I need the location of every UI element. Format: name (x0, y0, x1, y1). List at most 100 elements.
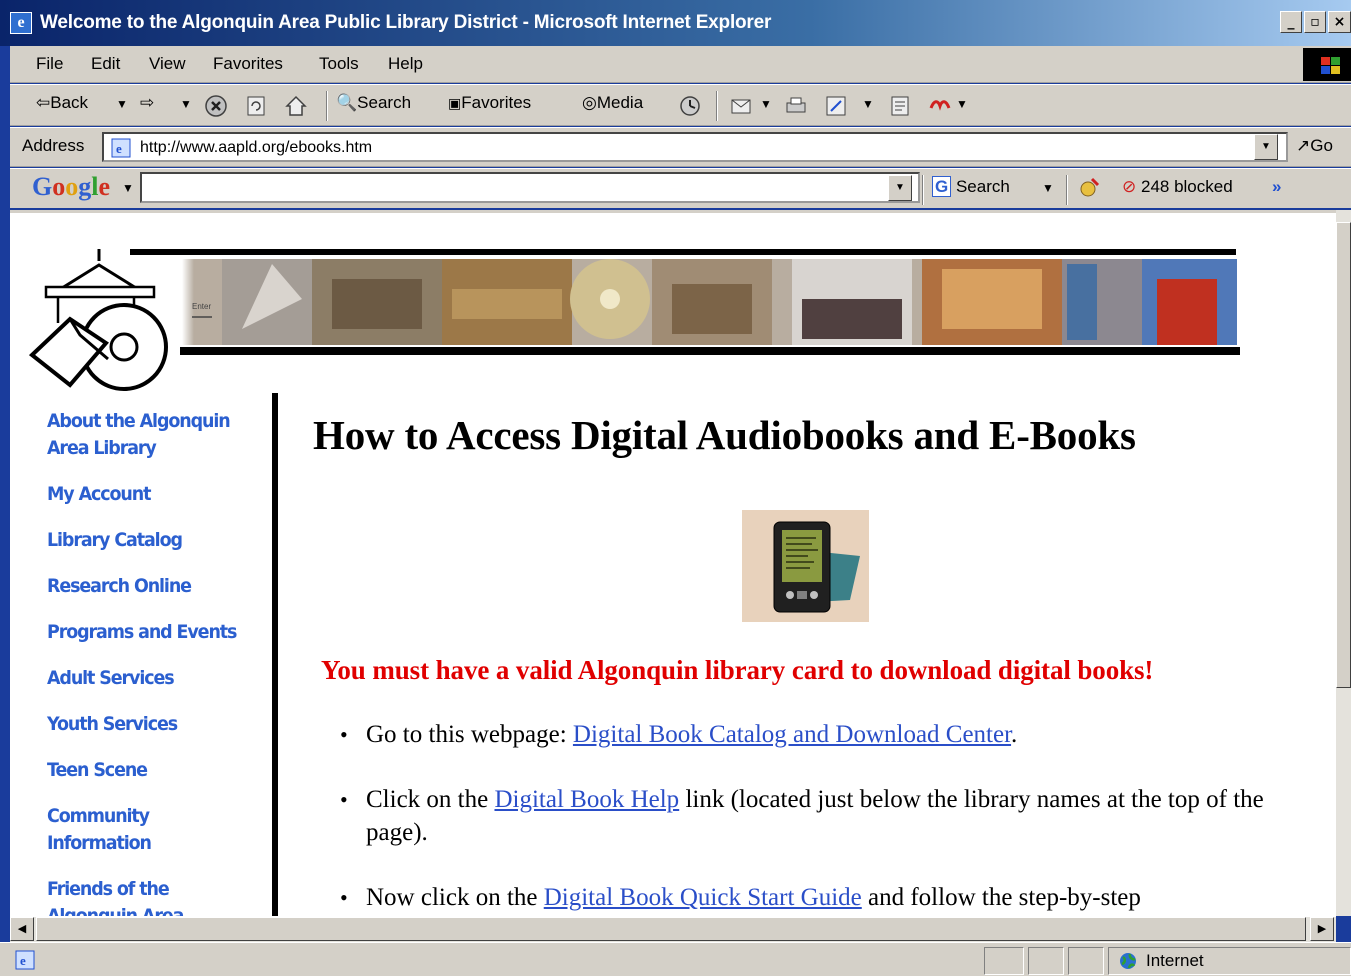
minimize-button[interactable]: _ (1280, 11, 1302, 33)
address-label: Address (22, 136, 85, 155)
instruction-steps: Go to this webpage: Digital Book Catalog… (340, 718, 1300, 916)
nav-friends[interactable]: Friends of the Algonquin Area (47, 876, 249, 916)
favorites-button[interactable]: ▣Favorites (448, 93, 531, 113)
go-label: Go (1310, 136, 1333, 155)
standard-toolbar: ⇦Back ▼ ⇨ ▼ 🔍Search ▣Favorites ◎Media ▼ … (10, 84, 1351, 126)
security-zone-cell (1108, 947, 1351, 975)
status-cell (984, 947, 1024, 975)
scroll-left-icon[interactable]: ◀ (10, 917, 34, 941)
print-icon[interactable] (784, 94, 808, 118)
toolbar-separator (1066, 175, 1068, 205)
nav-youth-services[interactable]: Youth Services (47, 711, 249, 738)
back-arrow-icon: ⇦ (36, 93, 51, 112)
search-icon: 🔍 (336, 93, 358, 112)
digital-book-help-link[interactable]: Digital Book Help (494, 786, 679, 813)
nav-teen-scene[interactable]: Teen Scene (47, 757, 249, 784)
search-label: Search (357, 93, 412, 112)
vertical-scrollbar[interactable] (1336, 210, 1351, 916)
back-dropdown-icon[interactable]: ▼ (116, 97, 128, 111)
step-text: Click on the (366, 786, 495, 813)
page-status-icon: e (15, 950, 35, 970)
toolbar-separator (326, 91, 328, 121)
google-toolbar: Google ▼ ▼ G Search ▼ ⊘ 248 blocked » (10, 168, 1351, 208)
edit-page-icon[interactable] (824, 94, 848, 118)
horizontal-scrollbar[interactable]: ◀ ▶ (10, 916, 1336, 942)
messenger-icon[interactable] (928, 94, 952, 118)
digital-book-catalog-link[interactable]: Digital Book Catalog and Download Center (573, 721, 1011, 748)
edit-dropdown-icon[interactable]: ▼ (862, 97, 874, 111)
window-title: Welcome to the Algonquin Area Public Lib… (40, 12, 772, 33)
back-button[interactable]: ⇦Back (36, 93, 88, 113)
step-item: Now click on the Digital Book Quick Star… (340, 881, 1300, 914)
step-text: Now click on the (366, 884, 544, 911)
go-button[interactable]: ↗Go (1296, 136, 1333, 156)
address-dropdown-icon[interactable]: ▼ (1254, 134, 1278, 160)
horizontal-scroll-thumb[interactable] (36, 917, 1306, 941)
vertical-scroll-thumb[interactable] (1336, 222, 1351, 688)
stop-icon[interactable] (204, 94, 228, 118)
menu-file[interactable]: File (36, 54, 63, 74)
windows-logo-icon (1303, 48, 1351, 81)
forward-arrow-icon[interactable]: ⇨ (140, 93, 154, 113)
home-icon[interactable] (284, 94, 308, 118)
menu-tools[interactable]: Tools (319, 54, 359, 74)
popup-blocker-button[interactable]: ⊘ 248 blocked (1122, 177, 1233, 197)
globe-icon (1120, 953, 1136, 969)
google-search-dropdown-icon[interactable]: ▼ (888, 175, 912, 201)
nav-my-account[interactable]: My Account (47, 481, 249, 508)
google-logo[interactable]: Google (32, 172, 110, 202)
step-text: Go to this webpage: (366, 721, 573, 748)
refresh-icon[interactable] (244, 94, 268, 118)
sidebar-nav: About the Algonquin Area Library My Acco… (47, 408, 267, 916)
pda-device-icon (773, 521, 860, 613)
nav-adult-services[interactable]: Adult Services (47, 665, 249, 692)
popup-blocked-icon: ⊘ (1122, 177, 1137, 196)
menu-favorites[interactable]: Favorites (213, 54, 283, 74)
svg-text:e: e (20, 953, 26, 968)
banner-enter-text: Enter (192, 302, 211, 311)
quick-start-guide-link[interactable]: Digital Book Quick Start Guide (544, 884, 862, 911)
nav-library-catalog[interactable]: Library Catalog (47, 527, 249, 554)
pagerank-icon[interactable] (1078, 175, 1102, 199)
step-item: Click on the Digital Book Help link (loc… (340, 783, 1300, 849)
menu-help[interactable]: Help (388, 54, 423, 74)
menu-edit[interactable]: Edit (91, 54, 120, 74)
history-icon[interactable] (678, 94, 702, 118)
status-cell (1028, 947, 1064, 975)
menu-view[interactable]: View (149, 54, 186, 74)
toolbar-separator (716, 91, 718, 121)
google-search-label: Search (955, 177, 1010, 196)
nav-research-online[interactable]: Research Online (47, 573, 249, 600)
media-button[interactable]: ◎Media (582, 93, 643, 113)
more-chevron-icon[interactable]: » (1272, 177, 1281, 197)
google-search-button[interactable]: G Search (932, 176, 1010, 197)
library-photo-banner: Enter (130, 249, 1240, 355)
nav-programs-events[interactable]: Programs and Events (47, 619, 249, 646)
svg-text:e: e (116, 141, 122, 156)
go-arrow-icon: ↗ (1296, 136, 1311, 155)
address-input[interactable]: e http://www.aapld.org/ebooks.htm (102, 132, 1288, 162)
address-bar: Address e http://www.aapld.org/ebooks.ht… (10, 127, 1351, 167)
discuss-icon[interactable] (888, 94, 912, 118)
forward-dropdown-icon[interactable]: ▼ (180, 97, 192, 111)
google-menu-dropdown-icon[interactable]: ▼ (122, 181, 134, 195)
nav-about[interactable]: About the Algonquin Area Library (47, 408, 249, 462)
close-button[interactable]: × (1328, 11, 1351, 33)
search-button[interactable]: 🔍Search (336, 93, 411, 113)
favorites-icon: ▣ (448, 95, 462, 111)
search-options-dropdown-icon[interactable]: ▼ (1042, 181, 1054, 195)
title-bar: e Welcome to the Algonquin Area Public L… (0, 0, 1351, 46)
popups-blocked-count: 248 blocked (1140, 177, 1233, 196)
maximize-button[interactable]: ▫ (1304, 11, 1326, 33)
nav-community-information[interactable]: Community Information (47, 803, 249, 857)
mail-icon[interactable] (730, 94, 754, 118)
google-search-input[interactable] (140, 172, 920, 203)
scroll-right-icon[interactable]: ▶ (1310, 917, 1334, 941)
google-g-icon: G (932, 176, 952, 197)
menu-bar: File Edit View Favorites Tools Help (10, 46, 1351, 83)
mail-dropdown-icon[interactable]: ▼ (760, 97, 772, 111)
page-icon: e (111, 138, 131, 158)
messenger-dropdown-icon[interactable]: ▼ (956, 97, 968, 111)
ie-logo-icon: e (10, 12, 32, 34)
status-cell (1068, 947, 1104, 975)
